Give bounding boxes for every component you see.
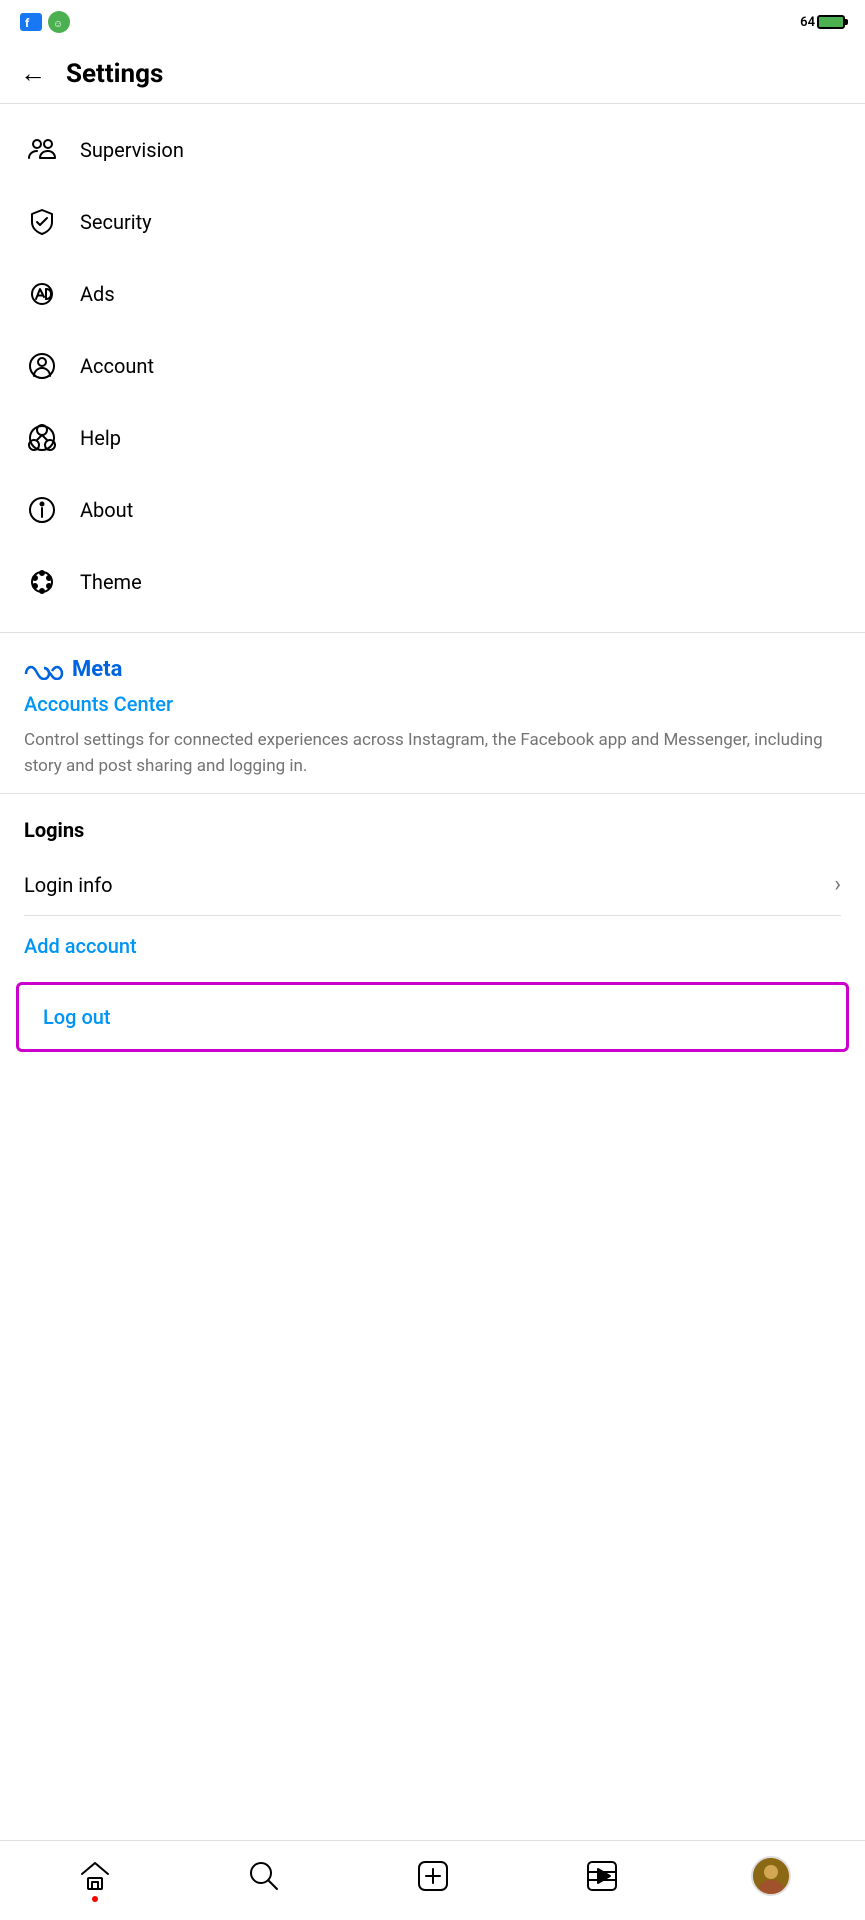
theme-label: Theme	[80, 570, 142, 594]
sidebar-item-supervision[interactable]: Supervision	[0, 114, 865, 186]
meta-description: Control settings for connected experienc…	[24, 728, 841, 779]
nav-create[interactable]	[403, 1846, 463, 1906]
login-info-label: Login info	[24, 873, 113, 897]
back-arrow-icon: ←	[20, 61, 46, 87]
theme-icon	[24, 564, 60, 600]
chevron-right-icon: ›	[834, 872, 841, 897]
logins-section: Logins Login info › Add account	[0, 798, 865, 972]
sidebar-item-ads[interactable]: Ads	[0, 258, 865, 330]
nav-search[interactable]	[234, 1846, 294, 1906]
create-icon	[415, 1858, 451, 1894]
ads-icon	[24, 276, 60, 312]
meta-logo: Meta	[24, 657, 841, 682]
account-label: Account	[80, 354, 154, 378]
logins-title: Logins	[24, 818, 841, 842]
sidebar-item-account[interactable]: Account	[0, 330, 865, 402]
home-active-dot	[92, 1896, 98, 1902]
battery-bar	[817, 15, 845, 29]
supervision-label: Supervision	[80, 138, 184, 162]
help-label: Help	[80, 426, 121, 450]
divider-1	[0, 632, 865, 633]
sidebar-item-theme[interactable]: Theme	[0, 546, 865, 618]
divider-2	[0, 793, 865, 794]
nav-profile[interactable]	[741, 1846, 801, 1906]
settings-menu: Supervision Security Ads	[0, 104, 865, 628]
login-info-item[interactable]: Login info ›	[24, 858, 841, 911]
security-icon	[24, 204, 60, 240]
ads-label: Ads	[80, 282, 115, 306]
about-label: About	[80, 498, 133, 522]
accounts-center-link[interactable]: Accounts Center	[24, 692, 841, 716]
meta-logo-svg	[24, 660, 64, 680]
battery-indicator: 64	[800, 15, 845, 30]
settings-header: ← Settings	[0, 44, 865, 104]
bottom-nav	[0, 1840, 865, 1920]
sidebar-item-about[interactable]: About	[0, 474, 865, 546]
help-icon	[24, 420, 60, 456]
reels-icon	[584, 1858, 620, 1894]
status-bar: f ☺ 64	[0, 0, 865, 44]
sidebar-item-help[interactable]: Help	[0, 402, 865, 474]
avatar	[751, 1856, 791, 1896]
sidebar-item-security[interactable]: Security	[0, 186, 865, 258]
security-label: Security	[80, 210, 152, 234]
nav-reels[interactable]	[572, 1846, 632, 1906]
about-icon	[24, 492, 60, 528]
back-button[interactable]: ←	[20, 61, 46, 87]
meta-section: Meta Accounts Center Control settings fo…	[0, 637, 865, 789]
supervision-icon	[24, 132, 60, 168]
status-icons: f ☺	[20, 11, 70, 33]
divider-3	[24, 915, 841, 916]
page-title: Settings	[66, 59, 163, 89]
svg-text:☺: ☺	[53, 19, 63, 29]
messenger-status-icon: ☺	[48, 11, 70, 33]
logout-section[interactable]: Log out	[16, 982, 849, 1052]
home-icon	[77, 1858, 113, 1894]
svg-text:f: f	[25, 16, 30, 29]
add-account-link[interactable]: Add account	[24, 920, 841, 972]
facebook-status-icon: f	[20, 13, 42, 31]
meta-logo-text: Meta	[72, 657, 122, 682]
nav-home[interactable]	[65, 1846, 125, 1906]
search-icon	[246, 1858, 282, 1894]
logout-label: Log out	[43, 1005, 111, 1029]
account-icon	[24, 348, 60, 384]
